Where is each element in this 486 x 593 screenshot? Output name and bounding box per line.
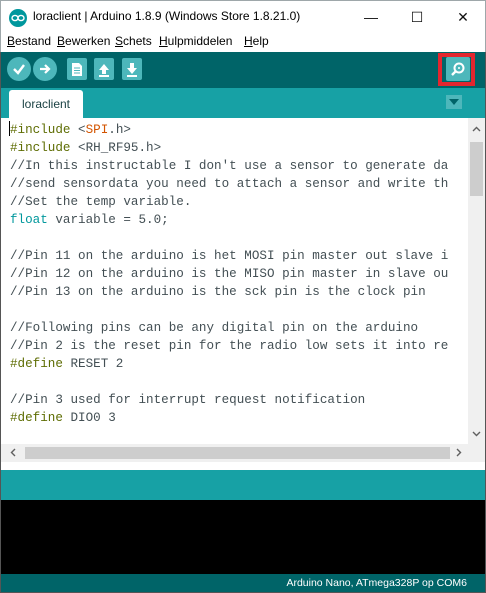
upload-arrow-icon — [40, 64, 51, 74]
horizontal-scroll-thumb[interactable] — [25, 447, 450, 459]
maximize-button[interactable]: ☐ — [394, 1, 440, 33]
board-port-info: Arduino Nano, ATmega328P op COM6 — [286, 577, 467, 589]
vertical-scroll-thumb[interactable] — [470, 142, 483, 196]
vertical-scrollbar[interactable] — [468, 118, 486, 444]
upload-button[interactable] — [33, 57, 57, 81]
console-output[interactable] — [0, 500, 486, 574]
tab-menu-button[interactable] — [446, 95, 462, 109]
save-arrow-down-icon — [127, 62, 137, 77]
save-button[interactable] — [122, 58, 142, 80]
arduino-logo-icon — [9, 9, 27, 27]
toolbar — [0, 52, 486, 88]
code-token: //Pin 13 on the arduino is the sck pin i… — [10, 285, 426, 299]
code-token: < — [70, 123, 86, 137]
title-bar: loraclient | Arduino 1.8.9 (Windows Stor… — [0, 0, 486, 32]
code-editor[interactable]: #include <SPI.h> #include <RH_RF95.h>//In… — [0, 118, 468, 444]
horizontal-scrollbar[interactable] — [0, 444, 486, 462]
chevron-left-icon — [10, 448, 15, 457]
minimize-button[interactable]: — — [348, 1, 394, 33]
code-line: //send sensordata you need to attach a s… — [10, 175, 448, 193]
minimize-icon: — — [364, 9, 378, 25]
close-button[interactable]: ✕ — [440, 1, 486, 33]
code-line: //Pin 12 on the arduino is the MISO pin … — [10, 265, 448, 283]
code-token: //Set the temp variable. — [10, 195, 192, 209]
chevron-down-icon — [472, 431, 481, 436]
menu-bewerken[interactable]: Bewerken — [57, 34, 110, 48]
code-line: //Pin 11 on the arduino is het MOSI pin … — [10, 247, 448, 265]
code-token: //Pin 2 is the reset pin for the radio l… — [10, 339, 449, 353]
open-arrow-up-icon — [99, 63, 109, 77]
menu-help[interactable]: Help — [244, 34, 269, 48]
verify-button[interactable] — [7, 57, 31, 81]
scroll-down-button[interactable] — [468, 425, 485, 442]
code-line: //In this instructable I don't use a sen… — [10, 157, 448, 175]
code-line: //Set the temp variable. — [10, 193, 191, 211]
code-token: <RH_RF95.h> — [70, 141, 162, 155]
text-cursor — [9, 121, 10, 136]
code-token: SPI — [85, 123, 109, 137]
code-token: #define — [10, 411, 63, 425]
code-token: //Pin 12 on the arduino is the MISO pin … — [10, 267, 449, 281]
code-token: //send sensordata you need to attach a s… — [10, 177, 449, 191]
code-line: //Following pins can be any digital pin … — [10, 319, 418, 337]
code-token: //Following pins can be any digital pin … — [10, 321, 419, 335]
code-line: #define DIO0 3 — [10, 409, 116, 427]
code-token: //Pin 11 on the arduino is het MOSI pin … — [10, 249, 449, 263]
code-token: DIO0 3 — [62, 411, 116, 425]
code-token: float — [10, 213, 48, 227]
serial-monitor-highlight — [438, 53, 475, 86]
chevron-up-icon — [472, 126, 481, 131]
code-token: variable = 5.0; — [47, 213, 169, 227]
code-token: //In this instructable I don't use a sen… — [10, 159, 449, 173]
scroll-right-button[interactable] — [450, 444, 467, 461]
new-file-icon — [72, 62, 82, 76]
code-line: //Pin 2 is the reset pin for the radio l… — [10, 337, 448, 355]
menu-bestand[interactable]: Bestand — [7, 34, 51, 48]
scroll-up-button[interactable] — [468, 120, 485, 137]
tab-bar: loraclient — [0, 88, 486, 118]
scroll-left-button[interactable] — [4, 444, 21, 461]
window-title: loraclient | Arduino 1.8.9 (Windows Stor… — [33, 9, 301, 23]
code-token: RESET 2 — [62, 357, 124, 371]
open-button[interactable] — [94, 58, 114, 80]
bottom-status-bar: Arduino Nano, ATmega328P op COM6 — [0, 574, 486, 593]
message-bar — [0, 470, 486, 500]
code-token: #include — [10, 141, 71, 155]
maximize-icon: ☐ — [410, 8, 424, 25]
chevron-right-icon — [456, 448, 461, 457]
code-token: #include — [10, 123, 71, 137]
new-button[interactable] — [67, 58, 87, 80]
code-token: #define — [10, 357, 63, 371]
code-token: //Pin 3 used for interrupt request notif… — [10, 393, 366, 407]
code-line: float variable = 5.0; — [10, 211, 169, 229]
code-line: //Pin 3 used for interrupt request notif… — [10, 391, 365, 409]
editor-divider — [0, 462, 486, 470]
code-line: #include <RH_RF95.h> — [10, 139, 161, 157]
menu-bar: Bestand Bewerken Schets Hulpmiddelen Hel… — [0, 32, 486, 52]
menu-schets[interactable]: Schets — [115, 34, 152, 48]
verify-icon — [13, 64, 25, 75]
code-line: #include <SPI.h> — [10, 121, 131, 139]
triangle-down-icon — [449, 99, 459, 105]
code-token: .h> — [108, 123, 131, 137]
code-line: //Pin 13 on the arduino is the sck pin i… — [10, 283, 426, 301]
tab-loraclient[interactable]: loraclient — [9, 90, 83, 118]
menu-hulpmiddelen[interactable]: Hulpmiddelen — [159, 34, 232, 48]
close-icon: ✕ — [457, 8, 469, 25]
code-line: #define RESET 2 — [10, 355, 123, 373]
